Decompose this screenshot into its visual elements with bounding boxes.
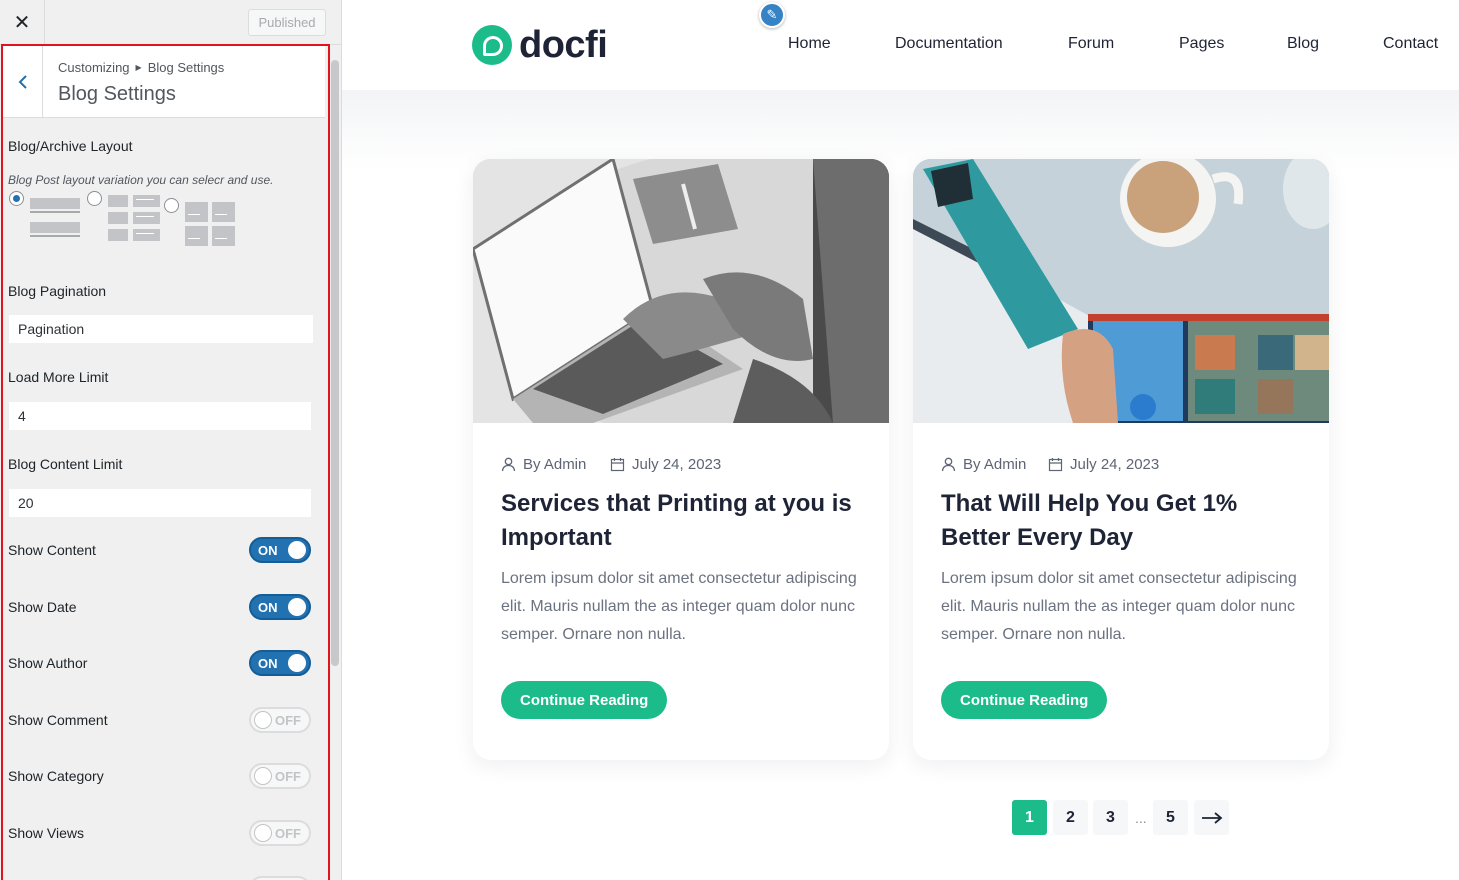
nav-documentation[interactable]: Documentation [895,35,1003,53]
post-author: By Admin [501,456,586,473]
post-excerpt: Lorem ipsum dolor sit amet consectetur a… [941,570,1297,643]
arrow-right-icon [1201,811,1222,824]
toggle-state: OFF [275,769,301,784]
logo-text: docfi [519,23,608,66]
chevron-left-icon [18,75,27,89]
post-date: July 24, 2023 [610,456,721,473]
layout-label: Blog/Archive Layout [8,138,133,154]
toggle-label-views: Show Views [8,825,85,841]
toggle-label-author: Show Author [8,655,88,671]
site-logo[interactable]: docfi [472,23,608,66]
toggle-knob [288,541,306,559]
user-icon [941,457,956,472]
date-text: July 24, 2023 [632,456,722,473]
post-title[interactable]: Services that Printing at you is Importa… [501,487,871,555]
author-text: By Admin [963,456,1027,473]
load-more-input[interactable]: 4 [8,401,312,431]
toggle-knob [254,824,272,842]
toggle-knob [254,711,272,729]
post-image-laptop[interactable] [473,159,889,423]
nav-contact[interactable]: Contact [1383,35,1438,53]
next-page-button[interactable] [1194,800,1229,835]
toggle-state: OFF [275,713,301,728]
layout-side-thumb[interactable] [108,195,160,243]
toggle-label-comment: Show Comment [8,712,108,728]
section-title: Blog Settings [58,83,176,105]
load-more-label: Load More Limit [8,369,109,385]
show-views-toggle[interactable]: OFF [249,820,311,846]
layout-description: Blog Post layout variation you can selec… [8,173,274,187]
toggle-state: ON [258,656,278,671]
content-limit-label: Blog Content Limit [8,456,123,472]
back-button[interactable] [3,46,43,118]
show-author-toggle[interactable]: ON [249,650,311,676]
nav-blog[interactable]: Blog [1287,35,1319,53]
post-image-phone-tablet[interactable] [913,159,1329,423]
post-date: July 24, 2023 [1048,456,1159,473]
calendar-icon [610,458,625,472]
nav-home[interactable]: Home [788,35,831,53]
customizer-header: ✕ Published [0,0,341,45]
show-comment-toggle[interactable]: OFF [249,707,311,733]
customizer-sidebar: ✕ Published Customizing ▶ Blog Settings Bl… [0,0,342,880]
content-limit-input[interactable]: 20 [8,488,312,518]
logo-mark-icon [472,25,512,65]
show-date-toggle[interactable]: ON [249,594,311,620]
header-shadow [342,90,1459,170]
layout-radio-2[interactable] [87,191,102,206]
toggle-state: OFF [275,826,301,841]
continue-reading-button[interactable]: Continue Reading [941,681,1108,719]
calendar-icon [1048,458,1063,472]
author-text: By Admin [523,456,587,473]
toggle-knob [288,654,306,672]
next-toggle-partial[interactable] [249,876,311,880]
close-icon: ✕ [13,12,31,34]
breadcrumb-root: Customizing [58,60,130,75]
post-excerpt: Lorem ipsum dolor sit amet consectetur a… [501,570,857,643]
edit-shortcut-pencil-icon[interactable]: ✎ [759,2,785,28]
layout-list-thumb[interactable] [30,196,80,242]
show-content-toggle[interactable]: ON [249,537,311,563]
section-header: Customizing ▶ Blog Settings Blog Settings [3,46,325,118]
user-icon [501,457,516,472]
toggle-label-date: Show Date [8,599,77,615]
page-3-button[interactable]: 3 [1093,800,1128,835]
toggle-label-category: Show Category [8,768,104,784]
post-card: By Admin July 24, 2023 That Will Help Yo… [913,159,1329,760]
published-button[interactable]: Published [248,9,326,36]
post-author: By Admin [941,456,1026,473]
toggle-knob [288,598,306,616]
layout-radio-1[interactable] [9,191,24,206]
toggle-label-content: Show Content [8,542,96,558]
layout-grid-thumb[interactable] [185,202,235,246]
post-card: By Admin July 24, 2023 Services that Pri… [473,159,889,760]
nav-pages[interactable]: Pages [1179,35,1224,53]
site-preview: docfi ✎ Home Documentation Forum Pages B… [342,0,1459,880]
pagination-select[interactable]: Pagination [8,314,314,344]
toggle-state: ON [258,600,278,615]
page-5-button[interactable]: 5 [1153,800,1188,835]
layout-radio-3[interactable] [164,198,179,213]
pagination-label: Blog Pagination [8,283,107,299]
sidebar-scrollbar[interactable] [331,60,339,666]
breadcrumb-arrow-icon: ▶ [135,63,142,72]
show-category-toggle[interactable]: OFF [249,763,311,789]
page-1-button[interactable]: 1 [1012,800,1047,835]
post-title[interactable]: That Will Help You Get 1% Better Every D… [941,487,1311,555]
breadcrumb: Customizing ▶ Blog Settings [58,60,224,75]
toggle-knob [254,767,272,785]
pagination-ellipsis: ... [1135,810,1147,826]
date-text: July 24, 2023 [1070,456,1160,473]
breadcrumb-current: Blog Settings [147,60,225,75]
continue-reading-button[interactable]: Continue Reading [501,681,668,719]
close-customizer-button[interactable]: ✕ [0,0,45,45]
toggle-state: ON [258,543,278,558]
page-2-button[interactable]: 2 [1053,800,1088,835]
nav-forum[interactable]: Forum [1068,35,1114,53]
site-header: docfi ✎ Home Documentation Forum Pages B… [342,0,1459,90]
